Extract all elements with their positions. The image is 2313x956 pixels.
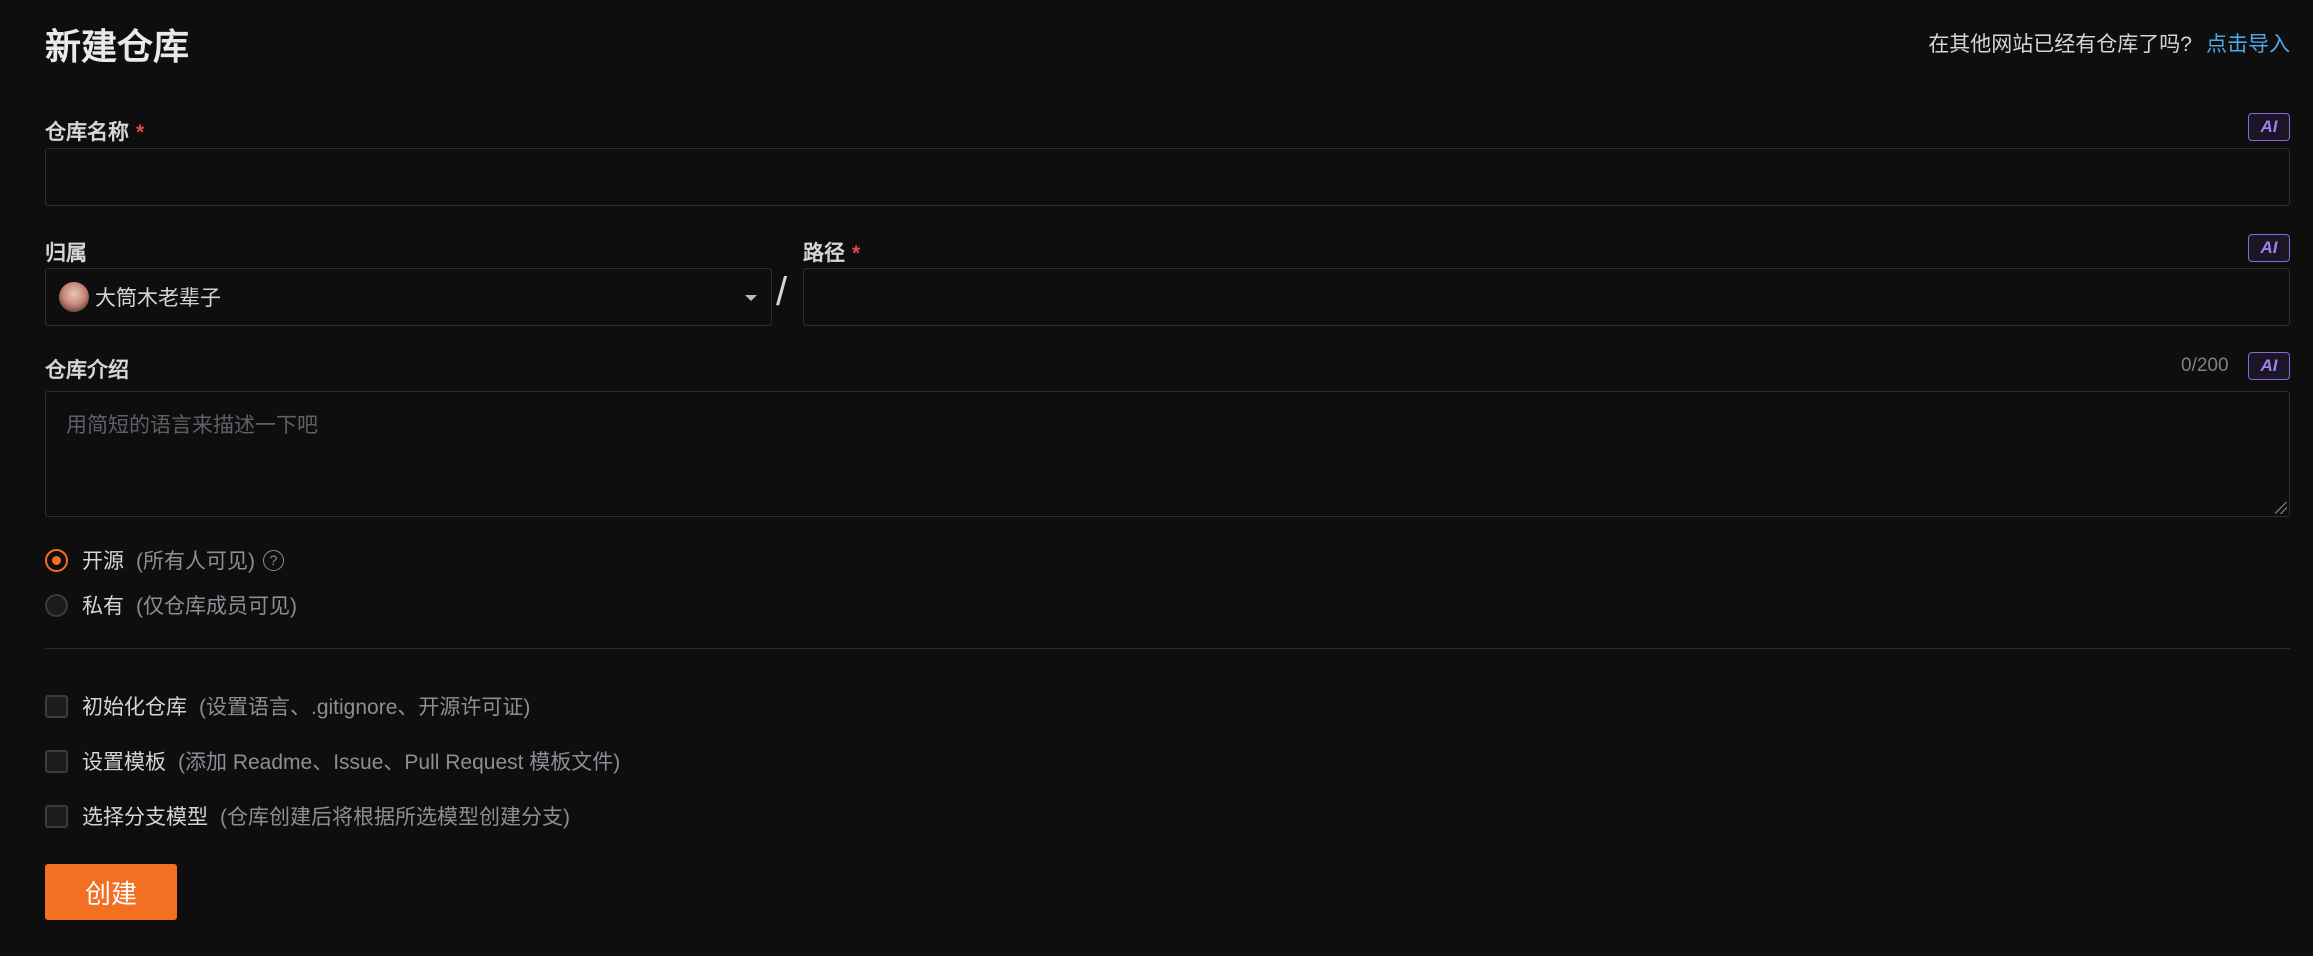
init-repo-label: 初始化仓库: [82, 696, 187, 719]
description-ai-button[interactable]: AI: [2248, 352, 2290, 380]
chevron-down-icon: [745, 295, 757, 301]
init-repo-checkbox[interactable]: [45, 694, 68, 718]
divider: [45, 648, 2290, 649]
template-desc: (添加 Readme、Issue、Pull Request 模板文件): [178, 751, 621, 774]
owner-label: 归属: [45, 242, 87, 265]
repo-name-label: 仓库名称 *: [45, 116, 144, 146]
repo-name-ai-button[interactable]: AI: [2248, 113, 2290, 141]
init-repo-desc: (设置语言、.gitignore、开源许可证): [199, 696, 531, 719]
required-mark: *: [136, 121, 145, 144]
import-link[interactable]: 点击导入: [2206, 33, 2290, 56]
import-hint: 在其他网站已经有仓库了吗? 点击导入: [1928, 28, 2290, 58]
template-checkbox[interactable]: [45, 749, 68, 773]
visibility-public-desc: (所有人可见): [136, 550, 255, 573]
required-mark: *: [852, 242, 861, 265]
avatar: [59, 282, 89, 312]
owner-select[interactable]: 大筒木老辈子: [45, 268, 772, 326]
description-textarea[interactable]: 用简短的语言来描述一下吧: [45, 391, 2290, 517]
help-icon[interactable]: ?: [263, 549, 284, 571]
template-label: 设置模板: [82, 751, 166, 774]
path-label-text: 路径: [803, 242, 845, 265]
resize-handle-icon[interactable]: [2275, 502, 2287, 514]
visibility-public-label: 开源: [82, 550, 124, 573]
visibility-private-desc: (仅仓库成员可见): [136, 595, 297, 618]
path-ai-button[interactable]: AI: [2248, 234, 2290, 262]
create-button[interactable]: 创建: [45, 864, 177, 920]
repo-name-label-text: 仓库名称: [45, 121, 129, 144]
branch-model-checkbox[interactable]: [45, 804, 68, 828]
radio-private[interactable]: [45, 593, 68, 617]
branch-model-desc: (仓库创建后将根据所选模型创建分支): [220, 806, 570, 829]
description-counter: 0/200: [2181, 355, 2229, 376]
page-title: 新建仓库: [45, 26, 190, 67]
path-separator: /: [776, 270, 788, 314]
path-input[interactable]: [803, 268, 2290, 326]
import-hint-text: 在其他网站已经有仓库了吗?: [1928, 33, 2192, 56]
page-header: 新建仓库 在其他网站已经有仓库了吗? 点击导入: [45, 14, 2290, 74]
branch-model-option[interactable]: 选择分支模型 (仓库创建后将根据所选模型创建分支): [45, 801, 570, 831]
path-label: 路径 *: [803, 237, 860, 267]
owner-name: 大筒木老辈子: [95, 287, 221, 310]
template-option[interactable]: 设置模板 (添加 Readme、Issue、Pull Request 模板文件): [45, 746, 620, 776]
description-placeholder: 用简短的语言来描述一下吧: [66, 414, 318, 437]
radio-public[interactable]: [45, 548, 68, 572]
new-repo-page: 新建仓库 在其他网站已经有仓库了吗? 点击导入 仓库名称 * AI 归属 路径 * A…: [0, 0, 2313, 956]
visibility-private-option[interactable]: 私有 (仅仓库成员可见): [45, 590, 297, 620]
repo-name-input[interactable]: [45, 148, 2290, 206]
init-repo-option[interactable]: 初始化仓库 (设置语言、.gitignore、开源许可证): [45, 691, 530, 721]
branch-model-label: 选择分支模型: [82, 806, 208, 829]
visibility-public-option[interactable]: 开源 (所有人可见) ?: [45, 545, 284, 575]
description-label: 仓库介绍: [45, 359, 129, 382]
visibility-private-label: 私有: [82, 595, 124, 618]
